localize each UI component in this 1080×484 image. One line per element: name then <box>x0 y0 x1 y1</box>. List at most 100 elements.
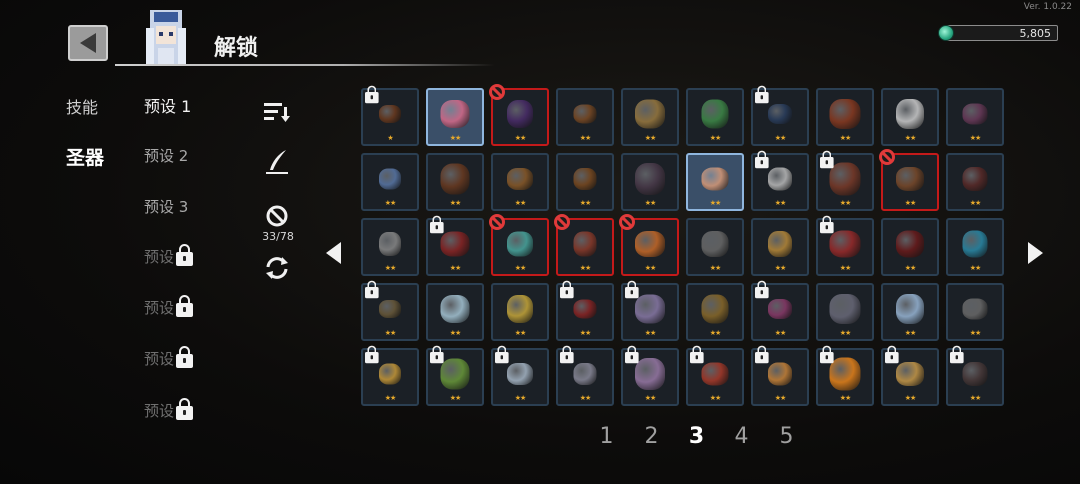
preset-2[interactable]: 预设 2 <box>144 145 188 166</box>
relic-slot[interactable]: ★★ <box>361 345 419 406</box>
relic-slot[interactable]: ★★ <box>816 283 874 341</box>
rarity-stars: ★★ <box>839 264 852 272</box>
relic-item-icon <box>379 231 401 256</box>
page-number[interactable]: 2 <box>629 424 674 449</box>
rarity-stars: ★★ <box>969 199 982 207</box>
relic-slot[interactable]: ★★ <box>816 345 874 406</box>
relic-slot[interactable]: ★★ <box>621 345 679 406</box>
relic-item-icon <box>962 166 988 191</box>
relic-item-icon <box>829 162 861 196</box>
relic-item-icon <box>573 362 597 385</box>
relic-slot[interactable]: ★★ <box>619 214 679 276</box>
relic-slot[interactable]: ★★ <box>426 215 484 276</box>
relic-item-icon <box>962 230 988 258</box>
relic-item-icon <box>701 294 729 324</box>
relic-slot[interactable]: ★★ <box>751 218 809 276</box>
relic-slot[interactable]: ★★ <box>751 85 809 146</box>
relic-slot[interactable]: ★★ <box>751 345 809 406</box>
relic-slot[interactable]: ★★ <box>816 215 874 276</box>
gem-icon <box>938 25 954 41</box>
page-number[interactable]: 3 <box>674 424 719 449</box>
rarity-stars: ★★ <box>709 199 722 207</box>
preset-5-locked[interactable]: 预设 <box>144 294 194 318</box>
preset-7-locked[interactable]: 预设 <box>144 397 194 421</box>
relic-slot[interactable]: ★★ <box>426 345 484 406</box>
relic-slot[interactable]: ★ <box>361 85 419 146</box>
relic-slot[interactable]: ★★ <box>881 345 939 406</box>
relic-item-icon <box>635 357 665 390</box>
relic-slot[interactable]: ★★ <box>751 150 809 211</box>
relic-slot[interactable]: ★★ <box>879 149 939 211</box>
relic-slot[interactable]: ★★ <box>881 218 939 276</box>
lock-icon <box>690 345 704 364</box>
relic-slot[interactable]: ★★ <box>946 218 1004 276</box>
relic-slot[interactable]: ★★ <box>491 283 549 341</box>
relic-slot[interactable]: ★★ <box>686 345 744 406</box>
relic-slot[interactable]: ★★ <box>426 283 484 341</box>
preset-1[interactable]: 预设 1 <box>144 93 191 117</box>
page-number[interactable]: 1 <box>584 424 629 449</box>
relic-slot[interactable]: ★★ <box>554 214 614 276</box>
relic-slot[interactable]: ★★ <box>881 283 939 341</box>
rarity-stars: ★★ <box>839 329 852 337</box>
relic-slot[interactable]: ★★ <box>556 345 614 406</box>
rarity-stars: ★★ <box>579 134 592 142</box>
relic-slot[interactable]: ★★ <box>489 214 549 276</box>
relic-slot[interactable]: ★★ <box>751 280 809 341</box>
rarity-stars: ★★ <box>774 264 787 272</box>
relic-item-icon <box>507 231 533 257</box>
page-number[interactable]: 5 <box>764 424 809 449</box>
disable-toggle-button[interactable] <box>262 203 292 229</box>
relic-slot[interactable]: ★★ <box>621 280 679 341</box>
relic-item-icon <box>507 99 533 128</box>
currency-amount: 5,805 <box>1019 27 1052 40</box>
rarity-stars: ★★ <box>904 394 917 402</box>
relic-slot[interactable]: ★★ <box>946 345 1004 406</box>
rarity-stars: ★★ <box>709 134 722 142</box>
relic-item-icon <box>573 231 597 257</box>
relic-slot[interactable]: ★★ <box>946 283 1004 341</box>
edit-button[interactable] <box>262 148 292 176</box>
relic-slot[interactable]: ★★ <box>489 84 549 146</box>
back-arrow-icon <box>80 33 96 53</box>
relic-slot[interactable]: ★★ <box>881 88 939 146</box>
next-page-button[interactable] <box>1028 242 1043 264</box>
relic-slot[interactable]: ★★ <box>361 280 419 341</box>
relic-slot[interactable]: ★★ <box>361 153 419 211</box>
relic-slot[interactable]: ★★ <box>621 88 679 146</box>
relic-slot[interactable]: ★★ <box>491 345 549 406</box>
relic-slot[interactable]: ★★ <box>556 88 614 146</box>
page-number[interactable]: 4 <box>719 424 764 449</box>
rarity-stars: ★★ <box>449 394 462 402</box>
relic-slot[interactable]: ★★ <box>621 153 679 211</box>
relic-slot[interactable]: ★★ <box>361 218 419 276</box>
relic-slot[interactable]: ★★ <box>556 280 614 341</box>
lock-icon <box>950 345 964 364</box>
relic-slot[interactable]: ★★ <box>556 153 614 211</box>
relic-item-icon <box>962 298 988 320</box>
tab-relics[interactable]: 圣器 <box>66 143 104 170</box>
preset-4-locked[interactable]: 预设 <box>144 243 194 267</box>
preset-6-locked[interactable]: 预设 <box>144 345 194 369</box>
prev-page-button[interactable] <box>326 242 341 264</box>
sort-button[interactable] <box>262 100 292 124</box>
relic-slot[interactable]: ★★ <box>686 283 744 341</box>
tab-skills[interactable]: 技能 <box>66 94 98 118</box>
rarity-stars: ★★ <box>514 134 527 142</box>
relic-slot[interactable]: ★★ <box>946 88 1004 146</box>
relic-slot[interactable]: ★★ <box>491 153 549 211</box>
back-button[interactable] <box>68 25 108 61</box>
relic-slot[interactable]: ★★ <box>946 153 1004 211</box>
relic-slot[interactable]: ★★ <box>816 150 874 211</box>
relic-slot[interactable]: ★★ <box>686 153 744 211</box>
lock-icon <box>365 85 379 104</box>
relic-slot[interactable]: ★★ <box>816 88 874 146</box>
relic-slot[interactable]: ★★ <box>426 153 484 211</box>
rarity-stars: ★★ <box>709 394 722 402</box>
preset-3[interactable]: 预设 3 <box>144 196 188 217</box>
relic-slot[interactable]: ★★ <box>426 88 484 146</box>
relic-slot[interactable]: ★★ <box>686 218 744 276</box>
relic-slot[interactable]: ★★ <box>686 88 744 146</box>
relic-item-icon <box>635 162 665 195</box>
refresh-button[interactable] <box>262 254 292 282</box>
